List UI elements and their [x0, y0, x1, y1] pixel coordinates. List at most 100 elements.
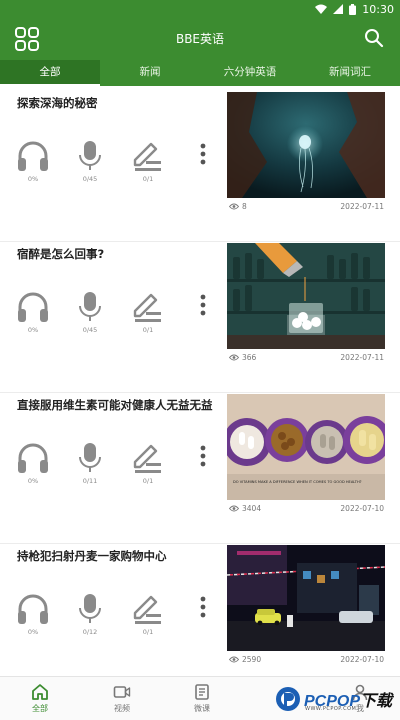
record-button[interactable]: 0/45	[70, 291, 110, 334]
write-button[interactable]: 0/1	[128, 140, 168, 183]
video-icon	[113, 686, 131, 698]
article-actions: 0% 0/12 0/1	[16, 593, 216, 637]
signal-icon	[333, 4, 344, 14]
status-time: 10:30	[362, 2, 394, 16]
article-title[interactable]: 宿醉是怎么回事?	[17, 247, 217, 262]
listen-button[interactable]: 0%	[13, 593, 53, 636]
headphones-icon	[18, 292, 48, 322]
microphone-icon	[79, 292, 101, 321]
search-icon[interactable]	[364, 28, 384, 48]
tab-news-vocabulary[interactable]: 新闻词汇	[300, 60, 400, 86]
listen-progress: 0%	[27, 326, 39, 334]
edit-icon	[133, 293, 161, 322]
battery-icon	[349, 3, 357, 15]
more-vert-icon[interactable]	[196, 140, 210, 168]
thumbnail-caption: DO VITAMINS MAKE A DIFFERENCE WHEN IT CO…	[233, 480, 362, 484]
record-button[interactable]: 0/45	[70, 140, 110, 183]
eye-icon	[229, 505, 239, 512]
nav-label-micro-lesson: 微课	[194, 704, 210, 713]
listen-button[interactable]: 0%	[13, 291, 53, 334]
wifi-icon	[315, 4, 328, 14]
edit-icon	[133, 444, 161, 473]
write-progress: 0/1	[142, 175, 154, 183]
listen-progress: 0%	[27, 477, 39, 485]
view-count-value: 366	[242, 353, 257, 362]
app-title: BBE英语	[175, 32, 225, 46]
article-meta: 8 2022-07-11	[229, 202, 384, 214]
article-card[interactable]: 持枪犯扫射丹麦一家购物中心 0% 0/12 0/1 2590 2022-07-1…	[0, 545, 400, 673]
headphones-icon	[18, 443, 48, 473]
watermark-suffix: 下载	[360, 693, 393, 710]
view-count-value: 8	[242, 202, 247, 211]
view-count: 2590	[229, 655, 261, 664]
edit-icon	[133, 142, 161, 171]
record-progress: 0/12	[82, 628, 98, 636]
eye-icon	[229, 354, 239, 361]
headphones-icon	[18, 141, 48, 171]
write-button[interactable]: 0/1	[128, 442, 168, 485]
pcpop-logo-icon	[276, 687, 300, 711]
write-button[interactable]: 0/1	[128, 291, 168, 334]
publish-date: 2022-07-10	[340, 655, 384, 664]
status-icons: 10:30	[315, 2, 394, 16]
app-bar: BBE英语	[0, 18, 400, 60]
listen-button[interactable]: 0%	[13, 140, 53, 183]
pcpop-watermark: PCPOP下载 WWW.PCPOP.COM	[274, 683, 400, 717]
microphone-icon	[79, 594, 101, 623]
record-button[interactable]: 0/12	[70, 593, 110, 636]
nav-item-micro-lesson[interactable]: 微课	[172, 683, 232, 714]
eye-icon	[229, 656, 239, 663]
nav-label-home: 全部	[32, 704, 48, 713]
view-count: 3404	[229, 504, 261, 513]
nav-item-home[interactable]: 全部	[10, 683, 70, 714]
write-button[interactable]: 0/1	[128, 593, 168, 636]
view-count: 366	[229, 353, 256, 362]
tab-news[interactable]: 新闻	[100, 60, 200, 86]
listen-progress: 0%	[27, 628, 39, 636]
write-progress: 0/1	[142, 628, 154, 636]
category-tabs: 全部 新闻 六分钟英语 新闻词汇	[0, 60, 400, 86]
publish-date: 2022-07-10	[340, 504, 384, 513]
status-bar: 10:30	[0, 0, 400, 18]
vitamins-thumbnail[interactable]: DO VITAMINS MAKE A DIFFERENCE WHEN IT CO…	[227, 394, 385, 500]
record-progress: 0/45	[82, 326, 98, 334]
nav-item-video[interactable]: 视频	[92, 683, 152, 714]
article-title[interactable]: 探索深海的秘密	[17, 96, 217, 111]
write-progress: 0/1	[142, 477, 154, 485]
listen-button[interactable]: 0%	[13, 442, 53, 485]
publish-date: 2022-07-11	[340, 353, 384, 362]
article-title[interactable]: 持枪犯扫射丹麦一家购物中心	[17, 549, 217, 564]
view-count-value: 2590	[242, 655, 262, 664]
microphone-icon	[79, 141, 101, 170]
article-meta: 3404 2022-07-10	[229, 504, 384, 516]
article-card[interactable]: 探索深海的秘密 0% 0/45 0/1 8 2022-07-11	[0, 92, 400, 242]
listen-progress: 0%	[27, 175, 39, 183]
article-title[interactable]: 直接服用维生素可能对健康人无益无益	[17, 398, 217, 413]
article-actions: 0% 0/45 0/1	[16, 291, 216, 335]
article-card[interactable]: 宿醉是怎么回事? 0% 0/45 0/1 366 2022-07-11	[0, 243, 400, 393]
view-count: 8	[229, 202, 247, 211]
home-icon	[32, 684, 48, 700]
more-vert-icon[interactable]	[196, 291, 210, 319]
view-count-value: 3404	[242, 504, 262, 513]
more-vert-icon[interactable]	[196, 442, 210, 470]
article-card[interactable]: 直接服用维生素可能对健康人无益无益 0% 0/11 0/1 DO VITAMIN…	[0, 394, 400, 544]
shopping-centre-thumbnail[interactable]	[227, 545, 385, 651]
article-meta: 2590 2022-07-10	[229, 655, 384, 667]
microphone-icon	[79, 443, 101, 472]
hangover-thumbnail[interactable]	[227, 243, 385, 349]
headphones-icon	[18, 594, 48, 624]
article-actions: 0% 0/11 0/1	[16, 442, 216, 486]
more-vert-icon[interactable]	[196, 593, 210, 621]
watermark-url: WWW.PCPOP.COM	[305, 706, 357, 712]
jellyfish-thumbnail[interactable]	[227, 92, 385, 198]
publish-date: 2022-07-11	[340, 202, 384, 211]
micro-lesson-icon	[195, 684, 209, 700]
tab-six-minute-english[interactable]: 六分钟英语	[200, 60, 300, 86]
article-meta: 366 2022-07-11	[229, 353, 384, 365]
record-button[interactable]: 0/11	[70, 442, 110, 485]
tab-all[interactable]: 全部	[0, 60, 100, 86]
nav-label-video: 视频	[114, 704, 130, 713]
article-actions: 0% 0/45 0/1	[16, 140, 216, 184]
eye-icon	[229, 203, 239, 210]
